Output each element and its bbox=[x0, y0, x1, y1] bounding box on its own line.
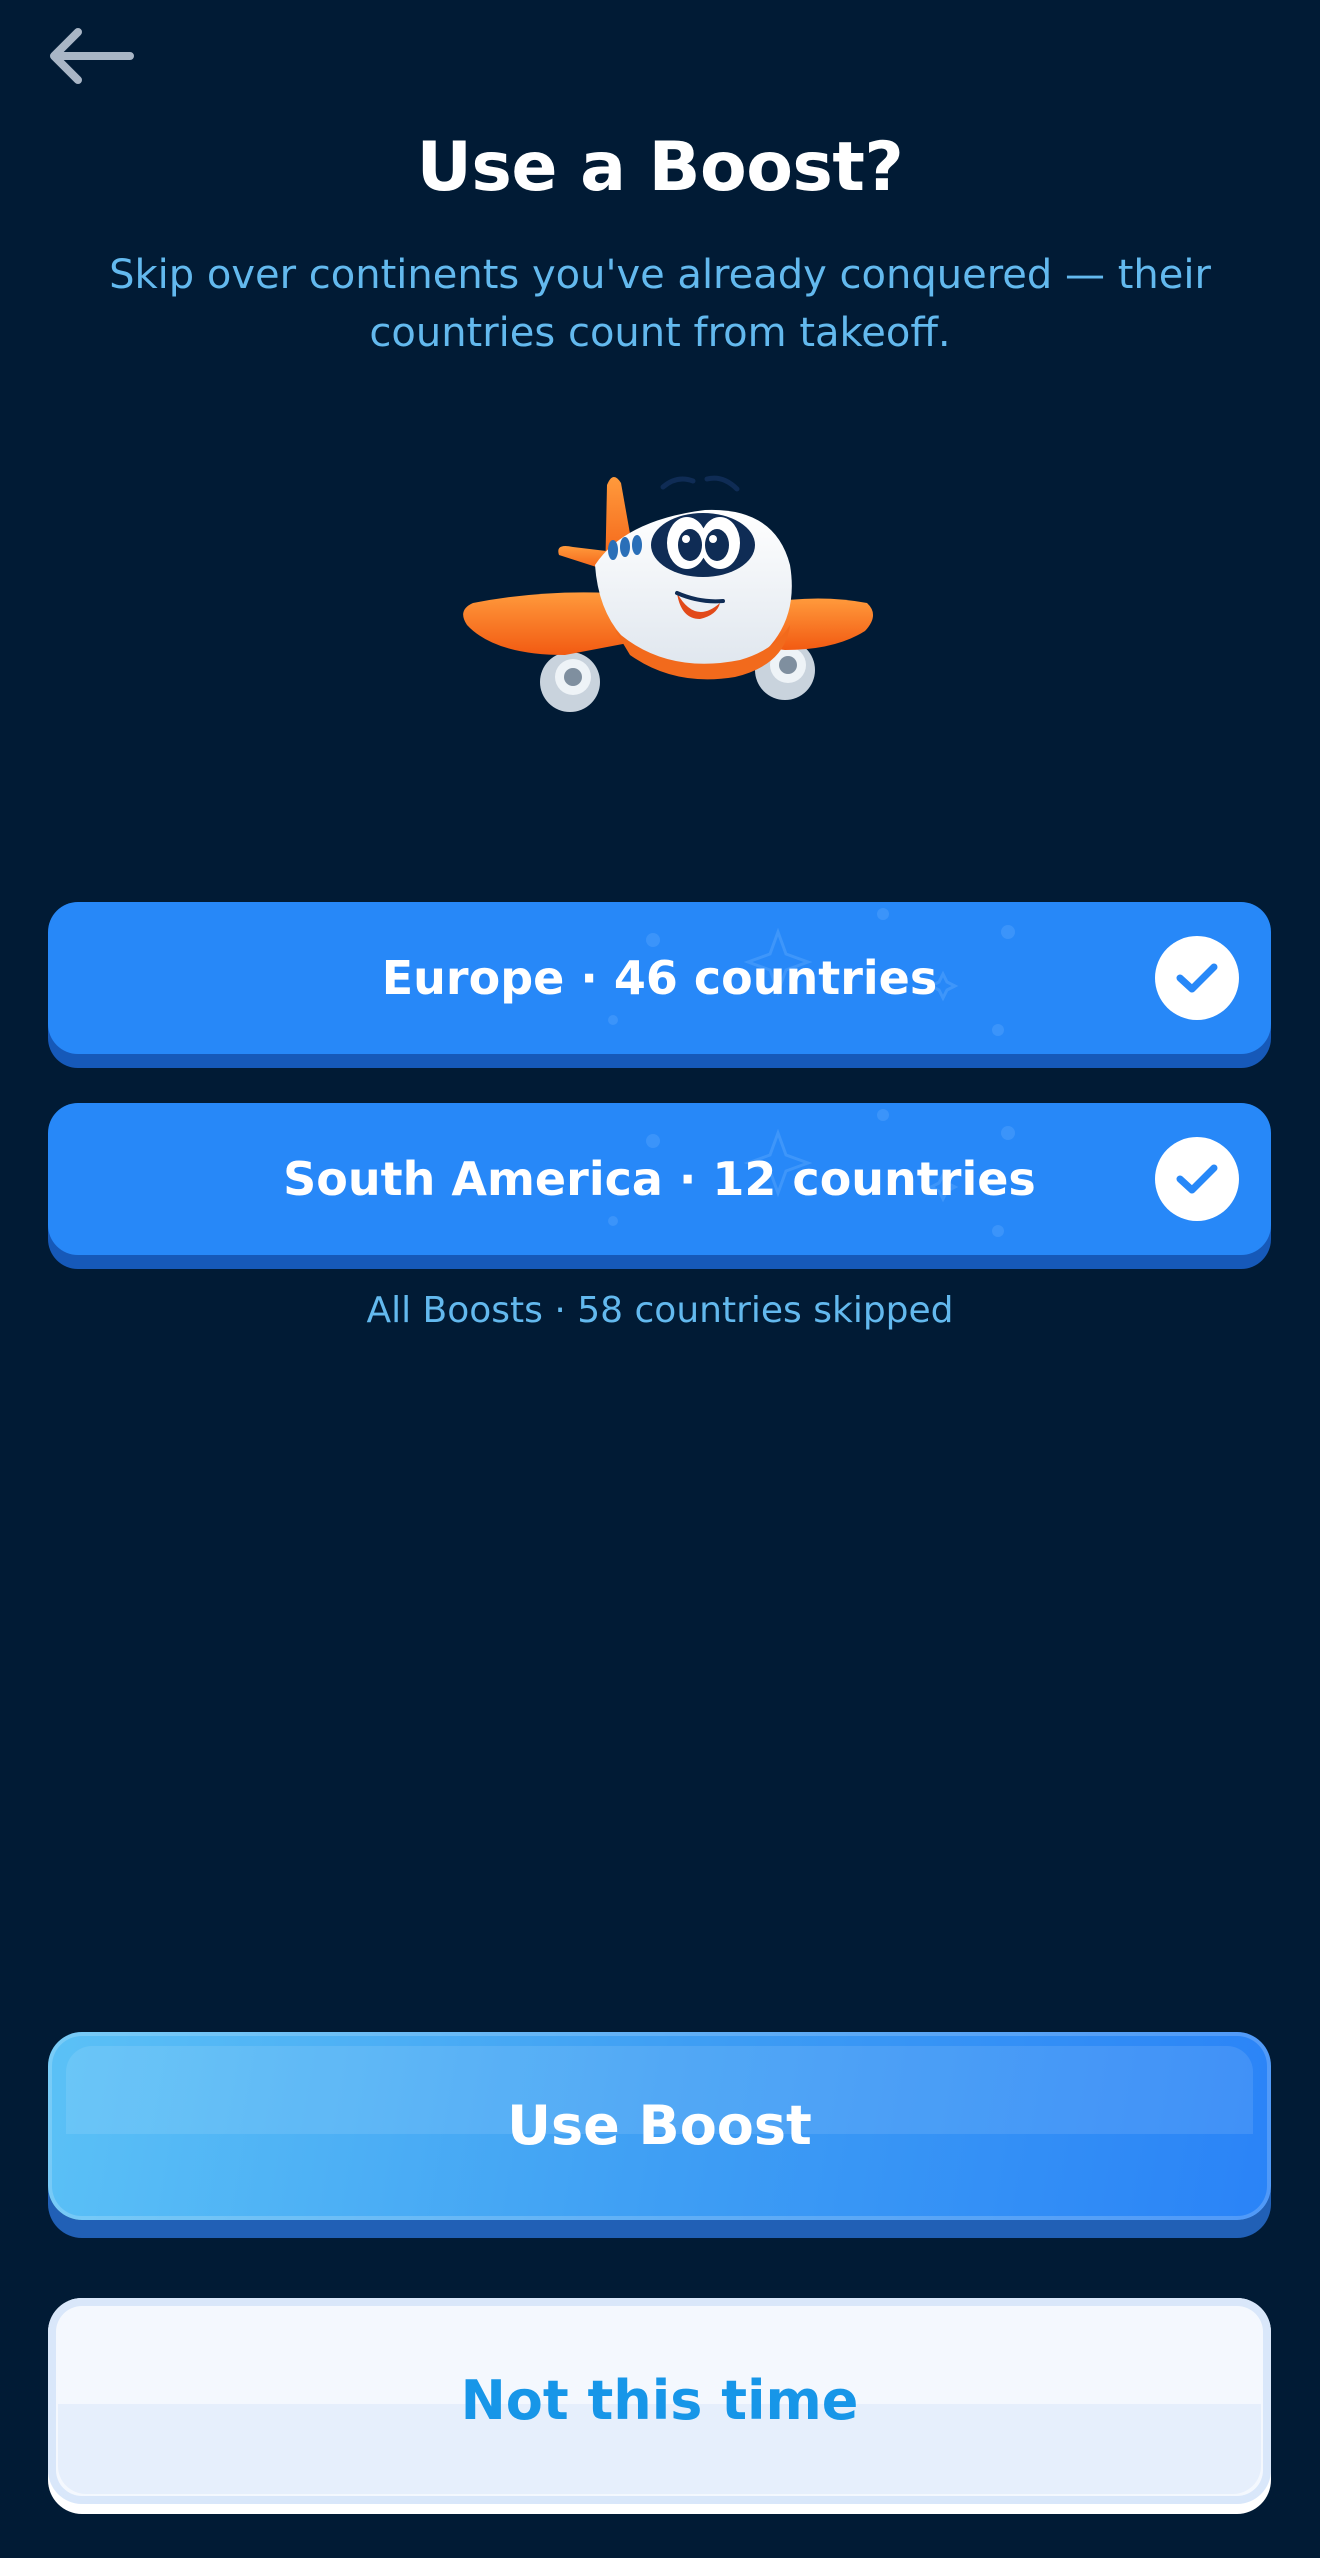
option-label: South America · 12 countries bbox=[283, 1152, 1036, 1206]
selected-check bbox=[1155, 936, 1239, 1020]
selected-check bbox=[1155, 1137, 1239, 1221]
checkmark-icon bbox=[1176, 963, 1218, 993]
option-label: Europe · 46 countries bbox=[381, 951, 938, 1005]
not-this-time-label: Not this time bbox=[460, 2369, 859, 2432]
page-title: Use a Boost? bbox=[416, 128, 904, 207]
arrow-left-icon bbox=[50, 28, 134, 84]
not-this-time-button[interactable]: Not this time bbox=[48, 2298, 1271, 2504]
airplane-mascot-icon bbox=[463, 475, 874, 712]
boost-summary: All Boosts · 58 countries skipped bbox=[366, 1290, 954, 1331]
back-button[interactable] bbox=[40, 20, 140, 92]
page-subtitle: Skip over continents you've already conq… bbox=[109, 252, 1211, 356]
boost-option-south-america[interactable]: South America · 12 countries bbox=[48, 1103, 1271, 1255]
use-boost-button[interactable]: Use Boost bbox=[48, 2032, 1271, 2220]
checkmark-icon bbox=[1176, 1164, 1218, 1194]
boost-option-europe[interactable]: Europe · 46 countries bbox=[48, 902, 1271, 1054]
use-boost-label: Use Boost bbox=[507, 2094, 812, 2157]
